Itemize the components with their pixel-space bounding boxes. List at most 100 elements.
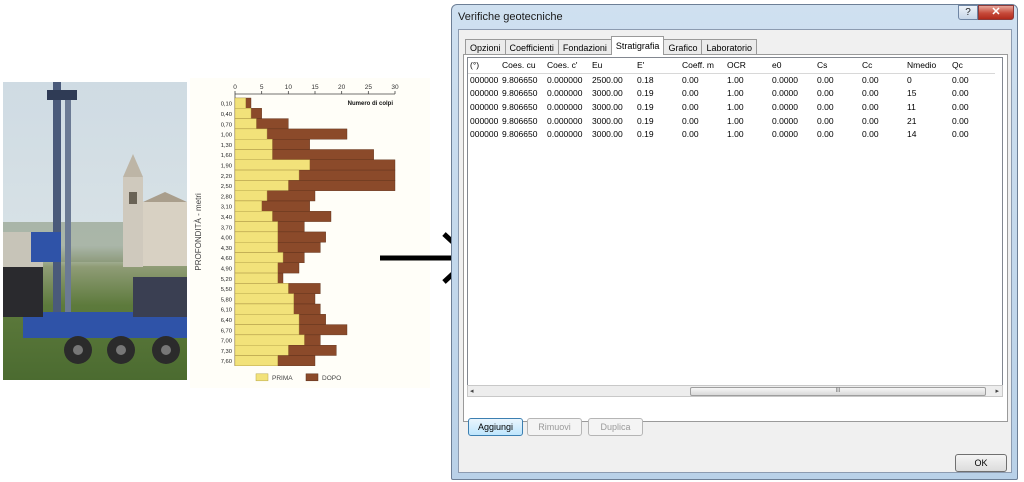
table-cell[interactable]: 0.00 [950,127,995,141]
table-cell[interactable]: 0.19 [635,114,680,128]
table-cell[interactable]: 0.000000 [545,114,590,128]
table-cell[interactable]: 3000.00 [590,114,635,128]
table-cell[interactable]: 0.00 [680,87,725,101]
table-cell[interactable]: 000000 [468,127,500,141]
table-cell[interactable]: 21 [905,114,950,128]
table-cell[interactable]: 0.00 [860,114,905,128]
table-cell[interactable]: 0.00 [950,73,995,87]
table-cell[interactable]: 0.00 [680,73,725,87]
table-cell[interactable]: 000000 [468,114,500,128]
col-header[interactable]: Nmedio [905,58,950,74]
table-cell[interactable]: 14 [905,127,950,141]
tab-coefficienti[interactable]: Coefficienti [504,39,559,55]
stratigraphy-grid[interactable]: (°) Coes. cu Coes. c' Eu E' Coeff. m OCR… [467,57,1003,387]
table-cell[interactable]: 0.00 [815,87,860,101]
table-cell[interactable]: 0.19 [635,127,680,141]
table-row[interactable]: 000000 9.806650 0.000000 3000.00 0.19 0.00 1.0… [468,114,995,128]
table-cell[interactable]: 0.19 [635,87,680,101]
table-cell[interactable]: 0.0000 [770,87,815,101]
table-row[interactable]: 000000 9.806650 0.000000 3000.00 0.19 0.00 1.0… [468,87,995,101]
tab-fondazioni[interactable]: Fondazioni [557,39,612,55]
table-cell[interactable]: 9.806650 [500,127,545,141]
table-cell[interactable]: 0.00 [950,87,995,101]
add-button[interactable]: Aggiungi [468,418,523,436]
table-cell[interactable]: 0.00 [680,127,725,141]
depth-label: 0,40 [221,112,232,118]
table-cell[interactable]: 000000 [468,87,500,101]
col-header[interactable]: Coes. c' [545,58,590,74]
table-cell[interactable]: 11 [905,100,950,114]
table-cell[interactable]: 9.806650 [500,87,545,101]
col-header[interactable]: e0 [770,58,815,74]
ok-button[interactable]: OK [955,454,1007,472]
table-cell[interactable]: 9.806650 [500,73,545,87]
table-cell[interactable]: 9.806650 [500,114,545,128]
table-row[interactable]: 000000 9.806650 0.000000 3000.00 0.19 0.00 1.0… [468,127,995,141]
depth-label: 4,60 [221,256,232,262]
table-cell[interactable]: 0.00 [950,100,995,114]
table-cell[interactable]: 0.00 [860,73,905,87]
col-header[interactable]: Cs [815,58,860,74]
col-header[interactable]: Eu [590,58,635,74]
table-cell[interactable]: 1.00 [725,100,770,114]
table-cell[interactable]: 0.00 [815,127,860,141]
table-cell[interactable]: 000000 [468,100,500,114]
table-cell[interactable]: 0.00 [680,100,725,114]
table-cell[interactable]: 3000.00 [590,127,635,141]
tab-opzioni[interactable]: Opzioni [465,39,506,55]
table-cell[interactable]: 0.00 [815,114,860,128]
col-header[interactable]: Coes. cu [500,58,545,74]
tab-grafico[interactable]: Grafico [663,39,703,55]
duplicate-button[interactable]: Duplica [588,418,643,436]
horizontal-scrollbar[interactable]: ◂ III ▸ [467,385,1003,397]
table-cell[interactable]: 0.00 [815,73,860,87]
table-cell[interactable]: 0.0000 [770,114,815,128]
table-cell[interactable]: 0.000000 [545,127,590,141]
col-header[interactable]: Cc [860,58,905,74]
table-cell[interactable]: 0.00 [950,114,995,128]
col-header[interactable]: OCR [725,58,770,74]
x-tick-label: 30 [391,84,399,91]
table-cell[interactable]: 0.00 [860,87,905,101]
col-header[interactable]: E' [635,58,680,74]
table-cell[interactable]: 0.000000 [545,73,590,87]
table-cell[interactable]: 1.00 [725,73,770,87]
col-header[interactable]: Qc [950,58,995,74]
col-header[interactable]: Coeff. m [680,58,725,74]
table-cell[interactable]: 0.0000 [770,100,815,114]
x-tick-label: 15 [311,84,319,91]
table-cell[interactable]: 0.000000 [545,87,590,101]
table-cell[interactable]: 0.00 [860,100,905,114]
title-bar[interactable]: Verifiche geotecniche ? ✕ [452,5,1017,29]
table-cell[interactable]: 0.00 [680,114,725,128]
table-cell[interactable]: 3000.00 [590,100,635,114]
scroll-thumb[interactable]: III [690,387,986,396]
depth-label: 0,70 [221,122,232,128]
table-cell[interactable]: 3000.00 [590,87,635,101]
close-button[interactable]: ✕ [978,5,1014,20]
tab-laboratorio[interactable]: Laboratorio [701,39,757,55]
table-cell[interactable]: 0.18 [635,73,680,87]
table-cell[interactable]: 0.00 [815,100,860,114]
table-cell[interactable]: 000000 [468,73,500,87]
table-cell[interactable]: 1.00 [725,87,770,101]
help-button[interactable]: ? [958,5,978,20]
table-cell[interactable]: 1.00 [725,127,770,141]
table-cell[interactable]: 9.806650 [500,100,545,114]
table-cell[interactable]: 0.0000 [770,127,815,141]
table-cell[interactable]: 0.00 [860,127,905,141]
col-header[interactable]: (°) [468,58,500,74]
tab-stratigrafia[interactable]: Stratigrafia [610,36,665,55]
table-cell[interactable]: 0.000000 [545,100,590,114]
table-cell[interactable]: 0 [905,73,950,87]
scroll-left-icon[interactable]: ◂ [470,387,474,395]
table-cell[interactable]: 0.19 [635,100,680,114]
table-row[interactable]: 000000 9.806650 0.000000 3000.00 0.19 0.00 1.0… [468,100,995,114]
table-cell[interactable]: 15 [905,87,950,101]
scroll-right-icon[interactable]: ▸ [995,387,999,395]
table-cell[interactable]: 0.0000 [770,73,815,87]
table-cell[interactable]: 2500.00 [590,73,635,87]
table-cell[interactable]: 1.00 [725,114,770,128]
table-row[interactable]: 000000 9.806650 0.000000 2500.00 0.18 0.00 1.0… [468,73,995,87]
remove-button[interactable]: Rimuovi [527,418,582,436]
